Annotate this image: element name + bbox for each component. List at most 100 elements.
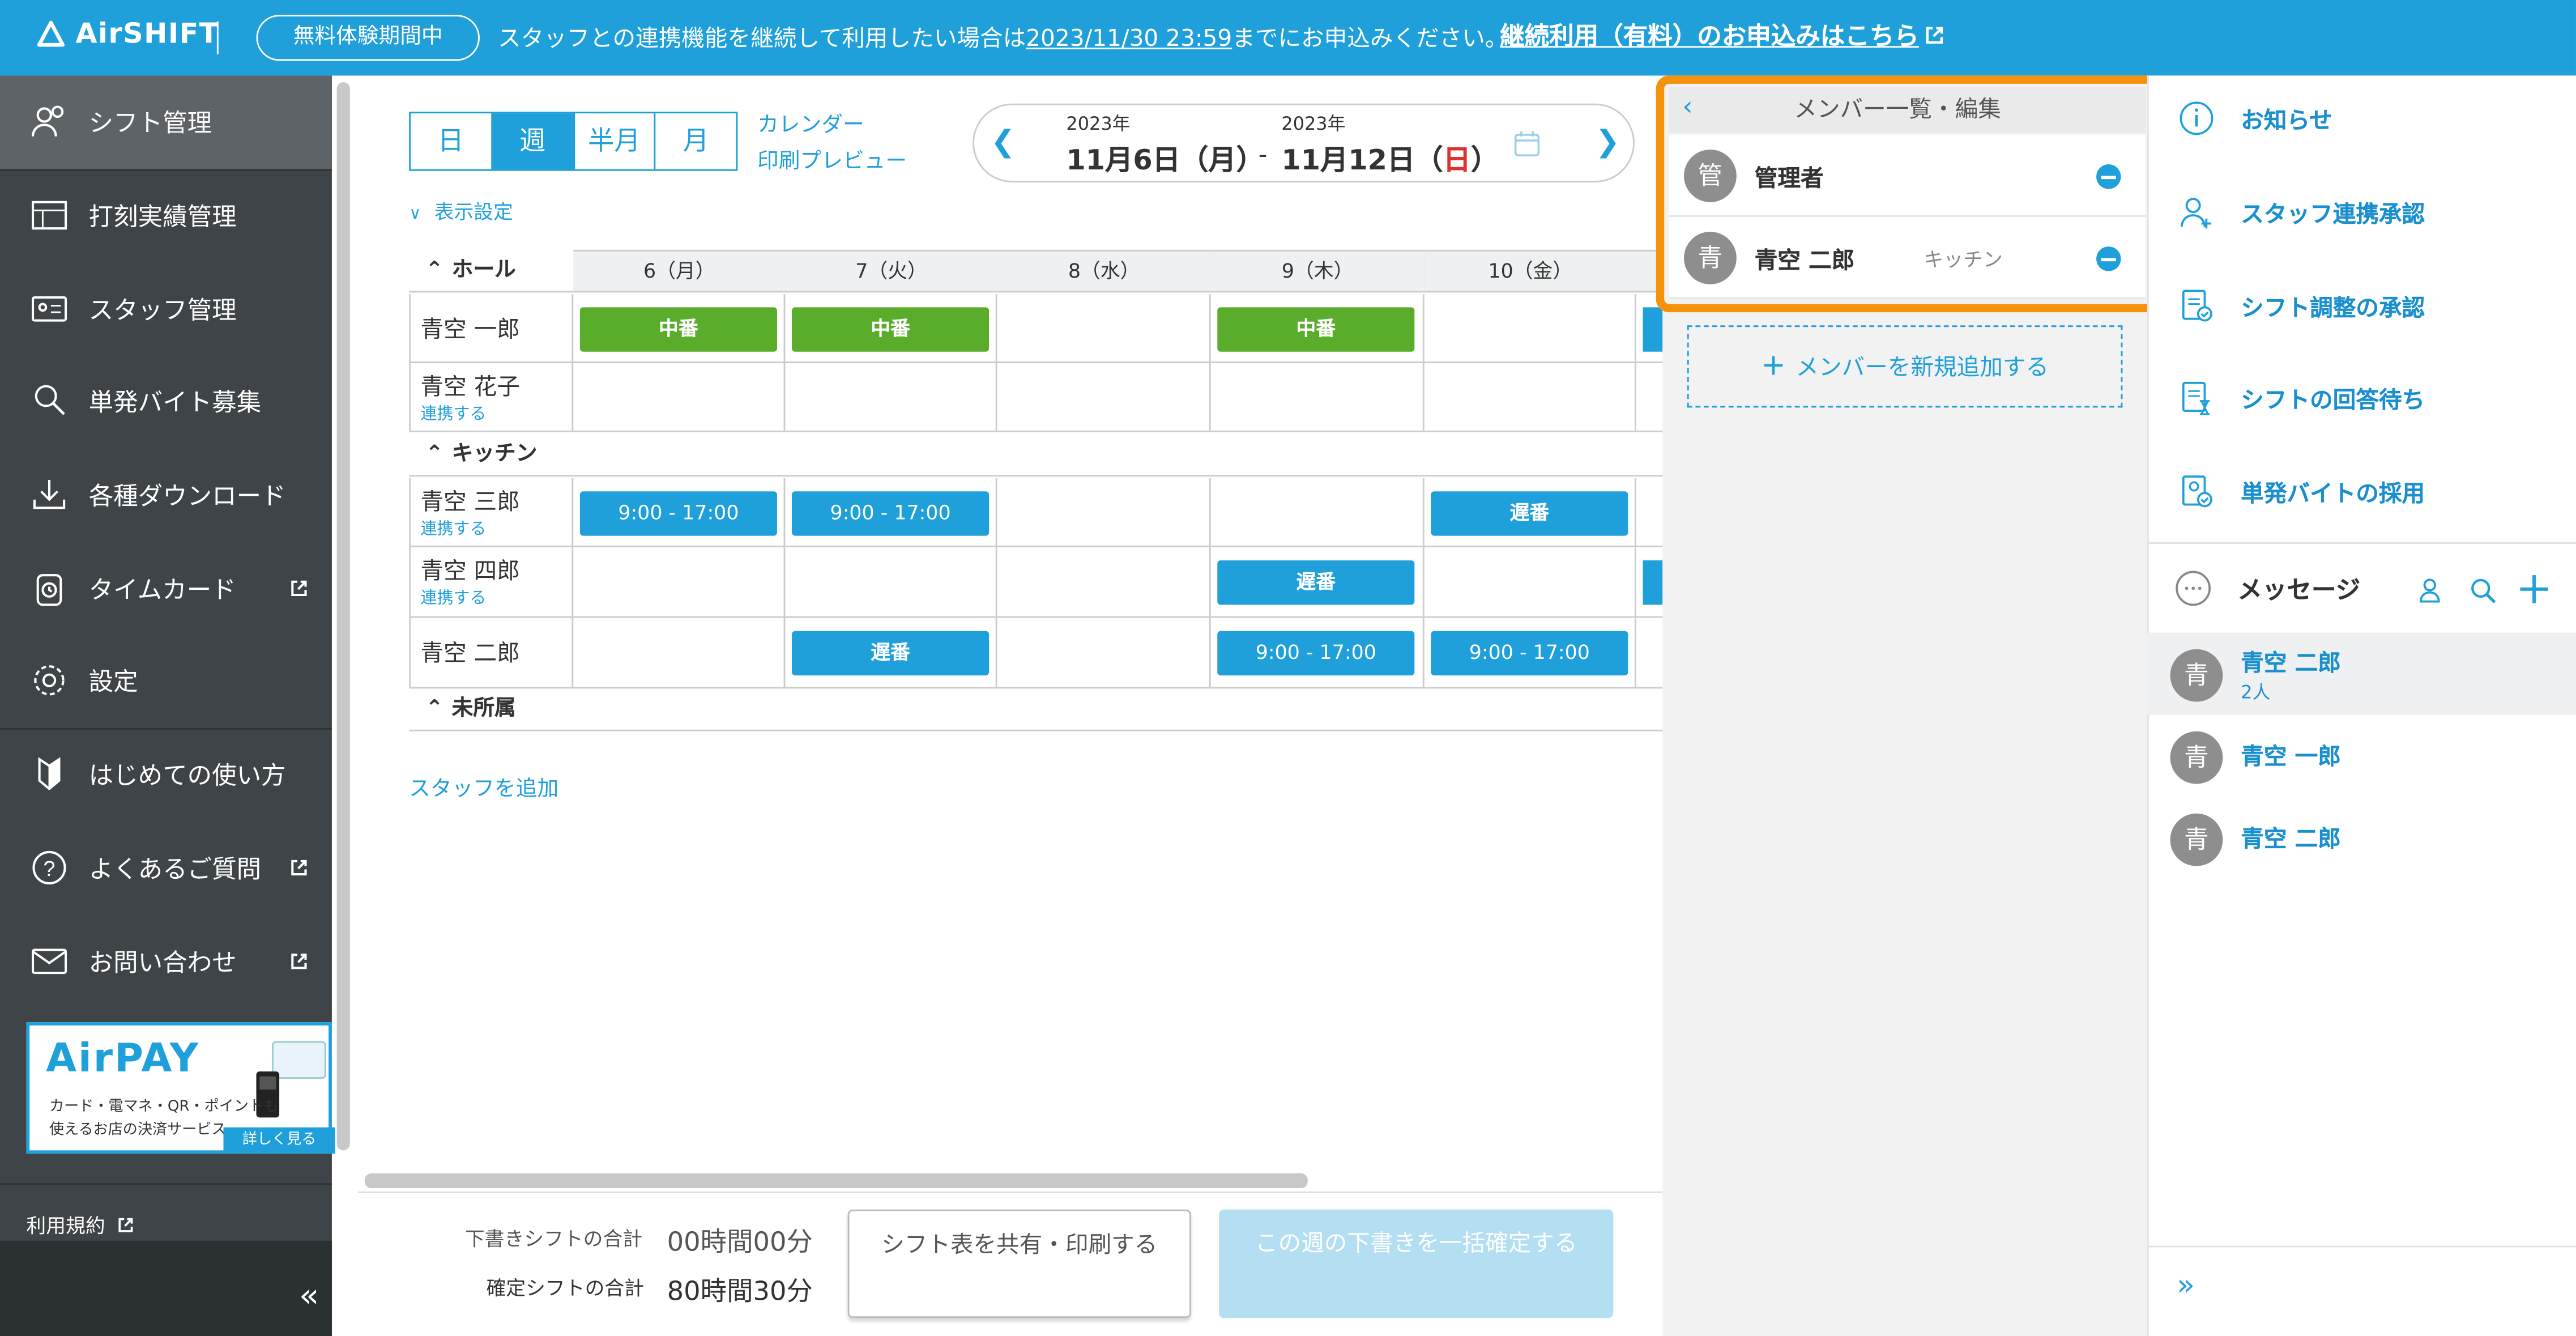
message-thread[interactable]: 青青空 二郎 2人 [2147, 632, 2576, 715]
shift-chip[interactable]: 9:00 - 17:00 [1431, 631, 1628, 676]
view-tab-2[interactable]: 半月 [574, 113, 656, 169]
share-print-button[interactable]: シフト表を共有・印刷する [847, 1209, 1191, 1318]
day-header[interactable]: 8（水） [997, 249, 1213, 293]
link-staff-link[interactable]: 連携する [421, 399, 487, 424]
remove-member-icon[interactable] [2096, 246, 2121, 271]
add-member-button[interactable]: + メンバーを新規追加する [1687, 325, 2123, 408]
shift-cell[interactable] [1425, 547, 1636, 616]
day-header[interactable]: 6（月） [573, 249, 787, 293]
shift-chip[interactable]: 9:00 - 17:00 [1217, 631, 1415, 676]
sidebar-item-3[interactable]: 単発バイト募集 [0, 355, 332, 449]
search-icon[interactable] [2469, 577, 2497, 605]
shift-cell[interactable]: 9:00 - 17:00 [1211, 618, 1425, 687]
shift-cell[interactable] [573, 618, 786, 687]
link-staff-link[interactable]: 連携する [421, 514, 487, 539]
staff-name-cell[interactable]: 青空 三郎 連携する [409, 478, 574, 546]
shift-cell[interactable] [1425, 294, 1636, 362]
group-header[interactable]: ⌃ キッチン [409, 437, 573, 477]
shift-cell[interactable] [997, 618, 1211, 687]
staff-name-cell[interactable]: 青空 花子 連携する [409, 363, 574, 431]
shift-cell[interactable] [1425, 363, 1636, 431]
sidebar-item-5[interactable]: タイムカード [0, 542, 332, 636]
calendar-print-preview-link[interactable]: カレンダー 印刷プレビュー [757, 108, 907, 181]
shift-cell[interactable] [997, 547, 1211, 616]
shift-cell[interactable] [1211, 363, 1425, 431]
shift-cell[interactable] [785, 547, 997, 616]
remove-member-icon[interactable] [2096, 164, 2121, 189]
view-tab-1[interactable]: 週 [492, 113, 574, 169]
sidebar-item-2[interactable]: スタッフ管理 [0, 263, 332, 356]
shift-cell[interactable]: 9:00 - 17:00 [1425, 618, 1636, 687]
shift-chip[interactable]: 9:00 - 17:00 [579, 491, 777, 536]
view-tab-0[interactable]: 日 [411, 113, 493, 169]
shift-chip[interactable]: 遅番 [1431, 491, 1628, 536]
expand-panel-button[interactable]: » [2177, 1269, 2195, 1303]
sidebar-item-8[interactable]: ? よくあるご質問 [0, 822, 332, 915]
shift-cell[interactable] [573, 363, 786, 431]
display-settings-toggle[interactable]: ∨ 表示設定 [409, 197, 513, 225]
shift-cell[interactable]: 遅番 [1211, 547, 1425, 616]
new-message-icon[interactable] [2518, 573, 2549, 605]
add-staff-link[interactable]: スタッフを追加 [409, 771, 558, 802]
group-header[interactable]: ⌃ ホール [409, 253, 573, 293]
shift-cell[interactable] [997, 478, 1211, 546]
end-date-close: ） [1470, 144, 1499, 178]
staff-name-cell[interactable]: 青空 一郎 [409, 294, 574, 362]
right-panel-item-label: お知らせ [2241, 108, 2332, 135]
shift-chip[interactable]: 中番 [1217, 307, 1415, 352]
link-staff-link[interactable]: 連携する [421, 584, 487, 608]
shift-cell[interactable] [785, 363, 997, 431]
sidebar-item-7[interactable]: はじめての使い方 [0, 728, 332, 822]
shift-chip[interactable]: 遅番 [792, 631, 990, 676]
calendar-icon[interactable] [1513, 130, 1541, 158]
view-tab-3[interactable]: 月 [656, 113, 736, 169]
shift-chip[interactable]: 9:00 - 17:00 [792, 491, 990, 536]
sidebar-scrollbar[interactable] [336, 82, 350, 1151]
shift-cell[interactable]: 中番 [1211, 294, 1425, 362]
message-thread[interactable]: 青青空 一郎 [2147, 715, 2576, 797]
sidebar-item-4[interactable]: 各種ダウンロード [0, 449, 332, 542]
day-header[interactable]: 9（木） [1210, 249, 1426, 293]
next-week-button[interactable]: ❯ [1595, 125, 1620, 159]
collapse-sidebar-button[interactable]: « [299, 1275, 319, 1315]
sidebar-item-9[interactable]: お問い合わせ [0, 916, 332, 1009]
group-header[interactable]: ⌃ 未所属 [409, 692, 573, 731]
shift-cell[interactable]: 9:00 - 17:00 [785, 478, 997, 546]
sidebar-item-0[interactable]: シフト管理 [0, 75, 332, 169]
prev-week-button[interactable]: ❮ [991, 125, 1016, 159]
shift-cell[interactable] [997, 363, 1211, 431]
shift-cell[interactable]: 遅番 [785, 618, 997, 687]
airpay-ad-banner[interactable]: AirPAY カード・電マネ・QR・ポイントも 使えるお店の決済サービス 詳しく… [26, 1022, 335, 1154]
airshift-logo[interactable]: AirSHIFT [36, 18, 219, 51]
right-panel-item-3[interactable]: シフトの回答待ち [2147, 355, 2576, 447]
sidebar-item-6[interactable]: 設定 [0, 635, 332, 728]
terms-link[interactable]: 利用規約 [26, 1211, 134, 1239]
airpay-more-button[interactable]: 詳しく見る [223, 1127, 335, 1154]
bulk-confirm-button[interactable]: この週の下書きを一括確定する [1219, 1209, 1614, 1318]
shift-cell[interactable]: 9:00 - 17:00 [573, 478, 786, 546]
right-panel-item-2[interactable]: シフト調整の承認 [2147, 263, 2576, 355]
member-row[interactable]: 管管理者 [1669, 134, 2146, 217]
right-panel-item-0[interactable]: お知らせ [2147, 75, 2576, 167]
member-row[interactable]: 青青空 二郎 キッチン [1669, 216, 2146, 299]
right-panel-item-4[interactable]: 単発バイトの採用 [2147, 449, 2576, 541]
continue-subscription-link[interactable]: 継続利用（有料）のお申込みはこちら [1500, 18, 1945, 53]
shift-cell[interactable] [573, 547, 786, 616]
shift-chip[interactable]: 中番 [792, 307, 990, 352]
staff-name-cell[interactable]: 青空 二郎 [409, 618, 574, 687]
staff-name-cell[interactable]: 青空 四郎 連携する [409, 547, 574, 616]
right-panel-item-1[interactable]: スタッフ連携承認 [2147, 169, 2576, 261]
person-filter-icon[interactable] [2419, 577, 2446, 605]
horizontal-scrollbar[interactable] [364, 1173, 1308, 1189]
shift-cell[interactable]: 遅番 [1425, 478, 1636, 546]
shift-cell[interactable] [997, 294, 1211, 362]
shift-chip[interactable]: 遅番 [1217, 560, 1415, 605]
shift-chip[interactable]: 中番 [579, 307, 777, 352]
shift-cell[interactable]: 中番 [785, 294, 997, 362]
day-header[interactable]: 10（金） [1424, 249, 1638, 293]
shift-cell[interactable] [1211, 478, 1425, 546]
day-header[interactable]: 7（火） [785, 249, 999, 293]
sidebar-item-1[interactable]: 打刻実績管理 [0, 169, 332, 263]
shift-cell[interactable]: 中番 [573, 294, 786, 362]
message-thread[interactable]: 青青空 二郎 [2147, 797, 2576, 879]
